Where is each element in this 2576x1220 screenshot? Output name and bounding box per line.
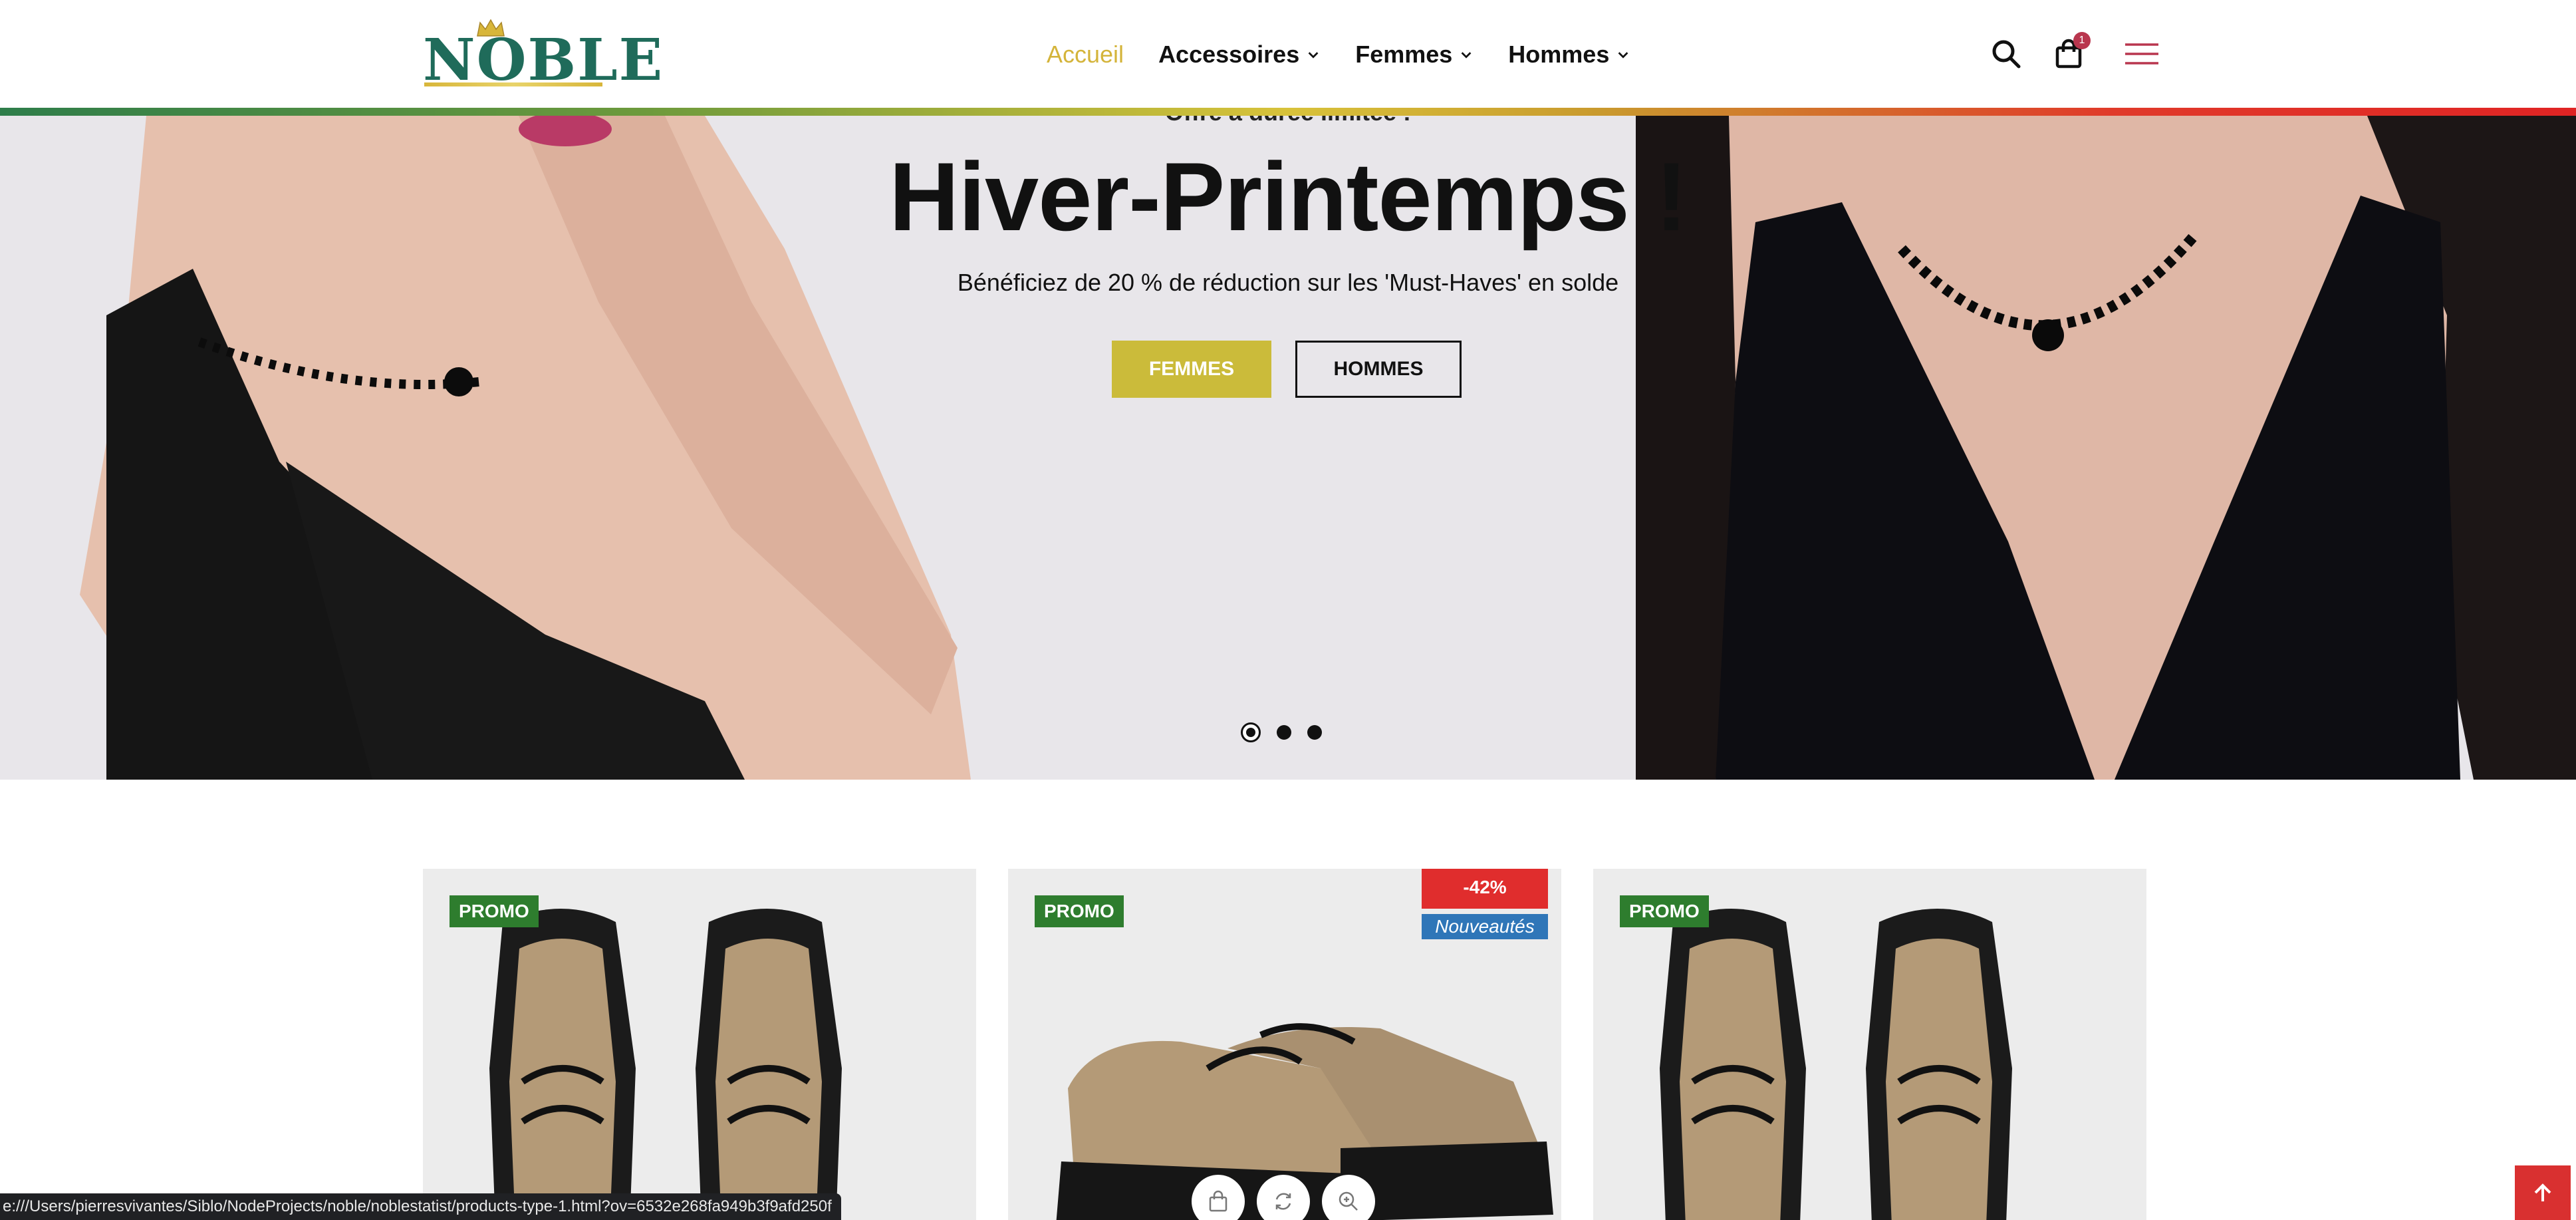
chevron-down-icon: [1618, 52, 1628, 59]
search-icon: [1992, 40, 2021, 69]
main-nav: Accueil Accessoires Femmes Hommes: [1047, 36, 1630, 73]
nav-hommes[interactable]: Hommes: [1508, 41, 1630, 69]
slider-dots: [1241, 722, 1322, 742]
promo-badge: PROMO: [1035, 895, 1124, 927]
product-grid: PROMO PROMO -42% Nouveautés PROMO: [423, 869, 2148, 1220]
hero-buttons: FEMMES HOMMES: [1112, 341, 1462, 398]
cart-button[interactable]: 1: [2053, 32, 2091, 69]
slider-dot-2[interactable]: [1277, 725, 1291, 740]
slider-dot-1[interactable]: [1241, 722, 1261, 742]
nav-accueil[interactable]: Accueil: [1047, 41, 1124, 69]
chevron-down-icon: [1308, 52, 1319, 59]
product-card[interactable]: PROMO: [1593, 869, 2146, 1220]
quick-view-button[interactable]: [1322, 1175, 1375, 1220]
hero-title: Hiver-Printemps !: [889, 142, 1688, 251]
nav-label: Accessoires: [1158, 41, 1300, 68]
arrow-up-icon: [2534, 1183, 2551, 1201]
header-color-stripe: [0, 108, 2576, 116]
brand-logo[interactable]: NOBLE: [423, 19, 662, 89]
new-badge: Nouveautés: [1422, 914, 1548, 939]
hommes-button[interactable]: HOMMES: [1295, 341, 1462, 398]
product-tags: -42% Nouveautés: [1422, 869, 1548, 939]
discount-badge: -42%: [1422, 869, 1548, 909]
browser-status-url: e:///Users/pierresvivantes/Siblo/NodePro…: [0, 1193, 841, 1220]
nav-label: Accueil: [1047, 41, 1124, 68]
header-actions: 1: [1991, 32, 2160, 76]
promo-badge: PROMO: [450, 895, 539, 927]
femmes-button[interactable]: FEMMES: [1112, 341, 1271, 398]
quick-view-icon: [1339, 1191, 1358, 1211]
nav-label: Femmes: [1355, 41, 1453, 68]
compare-icon: [1275, 1193, 1291, 1210]
product-card[interactable]: PROMO -42% Nouveautés: [1008, 869, 1561, 1220]
card-actions: [1192, 1175, 1375, 1220]
product-card[interactable]: PROMO: [423, 869, 976, 1220]
promo-badge: PROMO: [1620, 895, 1709, 927]
logo-underline: [424, 82, 602, 86]
slider-dot-3[interactable]: [1307, 725, 1322, 740]
nav-accessoires[interactable]: Accessoires: [1158, 41, 1321, 69]
menu-button[interactable]: [2124, 41, 2160, 67]
nav-label: Hommes: [1508, 41, 1610, 68]
hero-subtitle: Bénéficiez de 20 % de réduction sur les …: [957, 269, 1619, 296]
hero-kicker: Offre à durée limitée !: [798, 116, 1778, 126]
nav-femmes[interactable]: Femmes: [1355, 41, 1474, 69]
cart-count-badge: 1: [2073, 32, 2091, 49]
hero-slider[interactable]: Offre à durée limitée ! Hiver-Printemps …: [0, 116, 2576, 780]
add-to-cart-icon: [1209, 1190, 1227, 1212]
chevron-down-icon: [1461, 52, 1472, 59]
add-to-cart-button[interactable]: [1192, 1175, 1245, 1220]
compare-button[interactable]: [1257, 1175, 1310, 1220]
search-button[interactable]: [1991, 39, 2021, 69]
back-to-top-button[interactable]: [2515, 1165, 2571, 1220]
brand-wordmark: NOBLE: [423, 27, 664, 94]
hamburger-menu-icon: [2125, 43, 2158, 65]
site-header: NOBLE Accueil Accessoires Femmes Hommes: [0, 0, 2576, 108]
